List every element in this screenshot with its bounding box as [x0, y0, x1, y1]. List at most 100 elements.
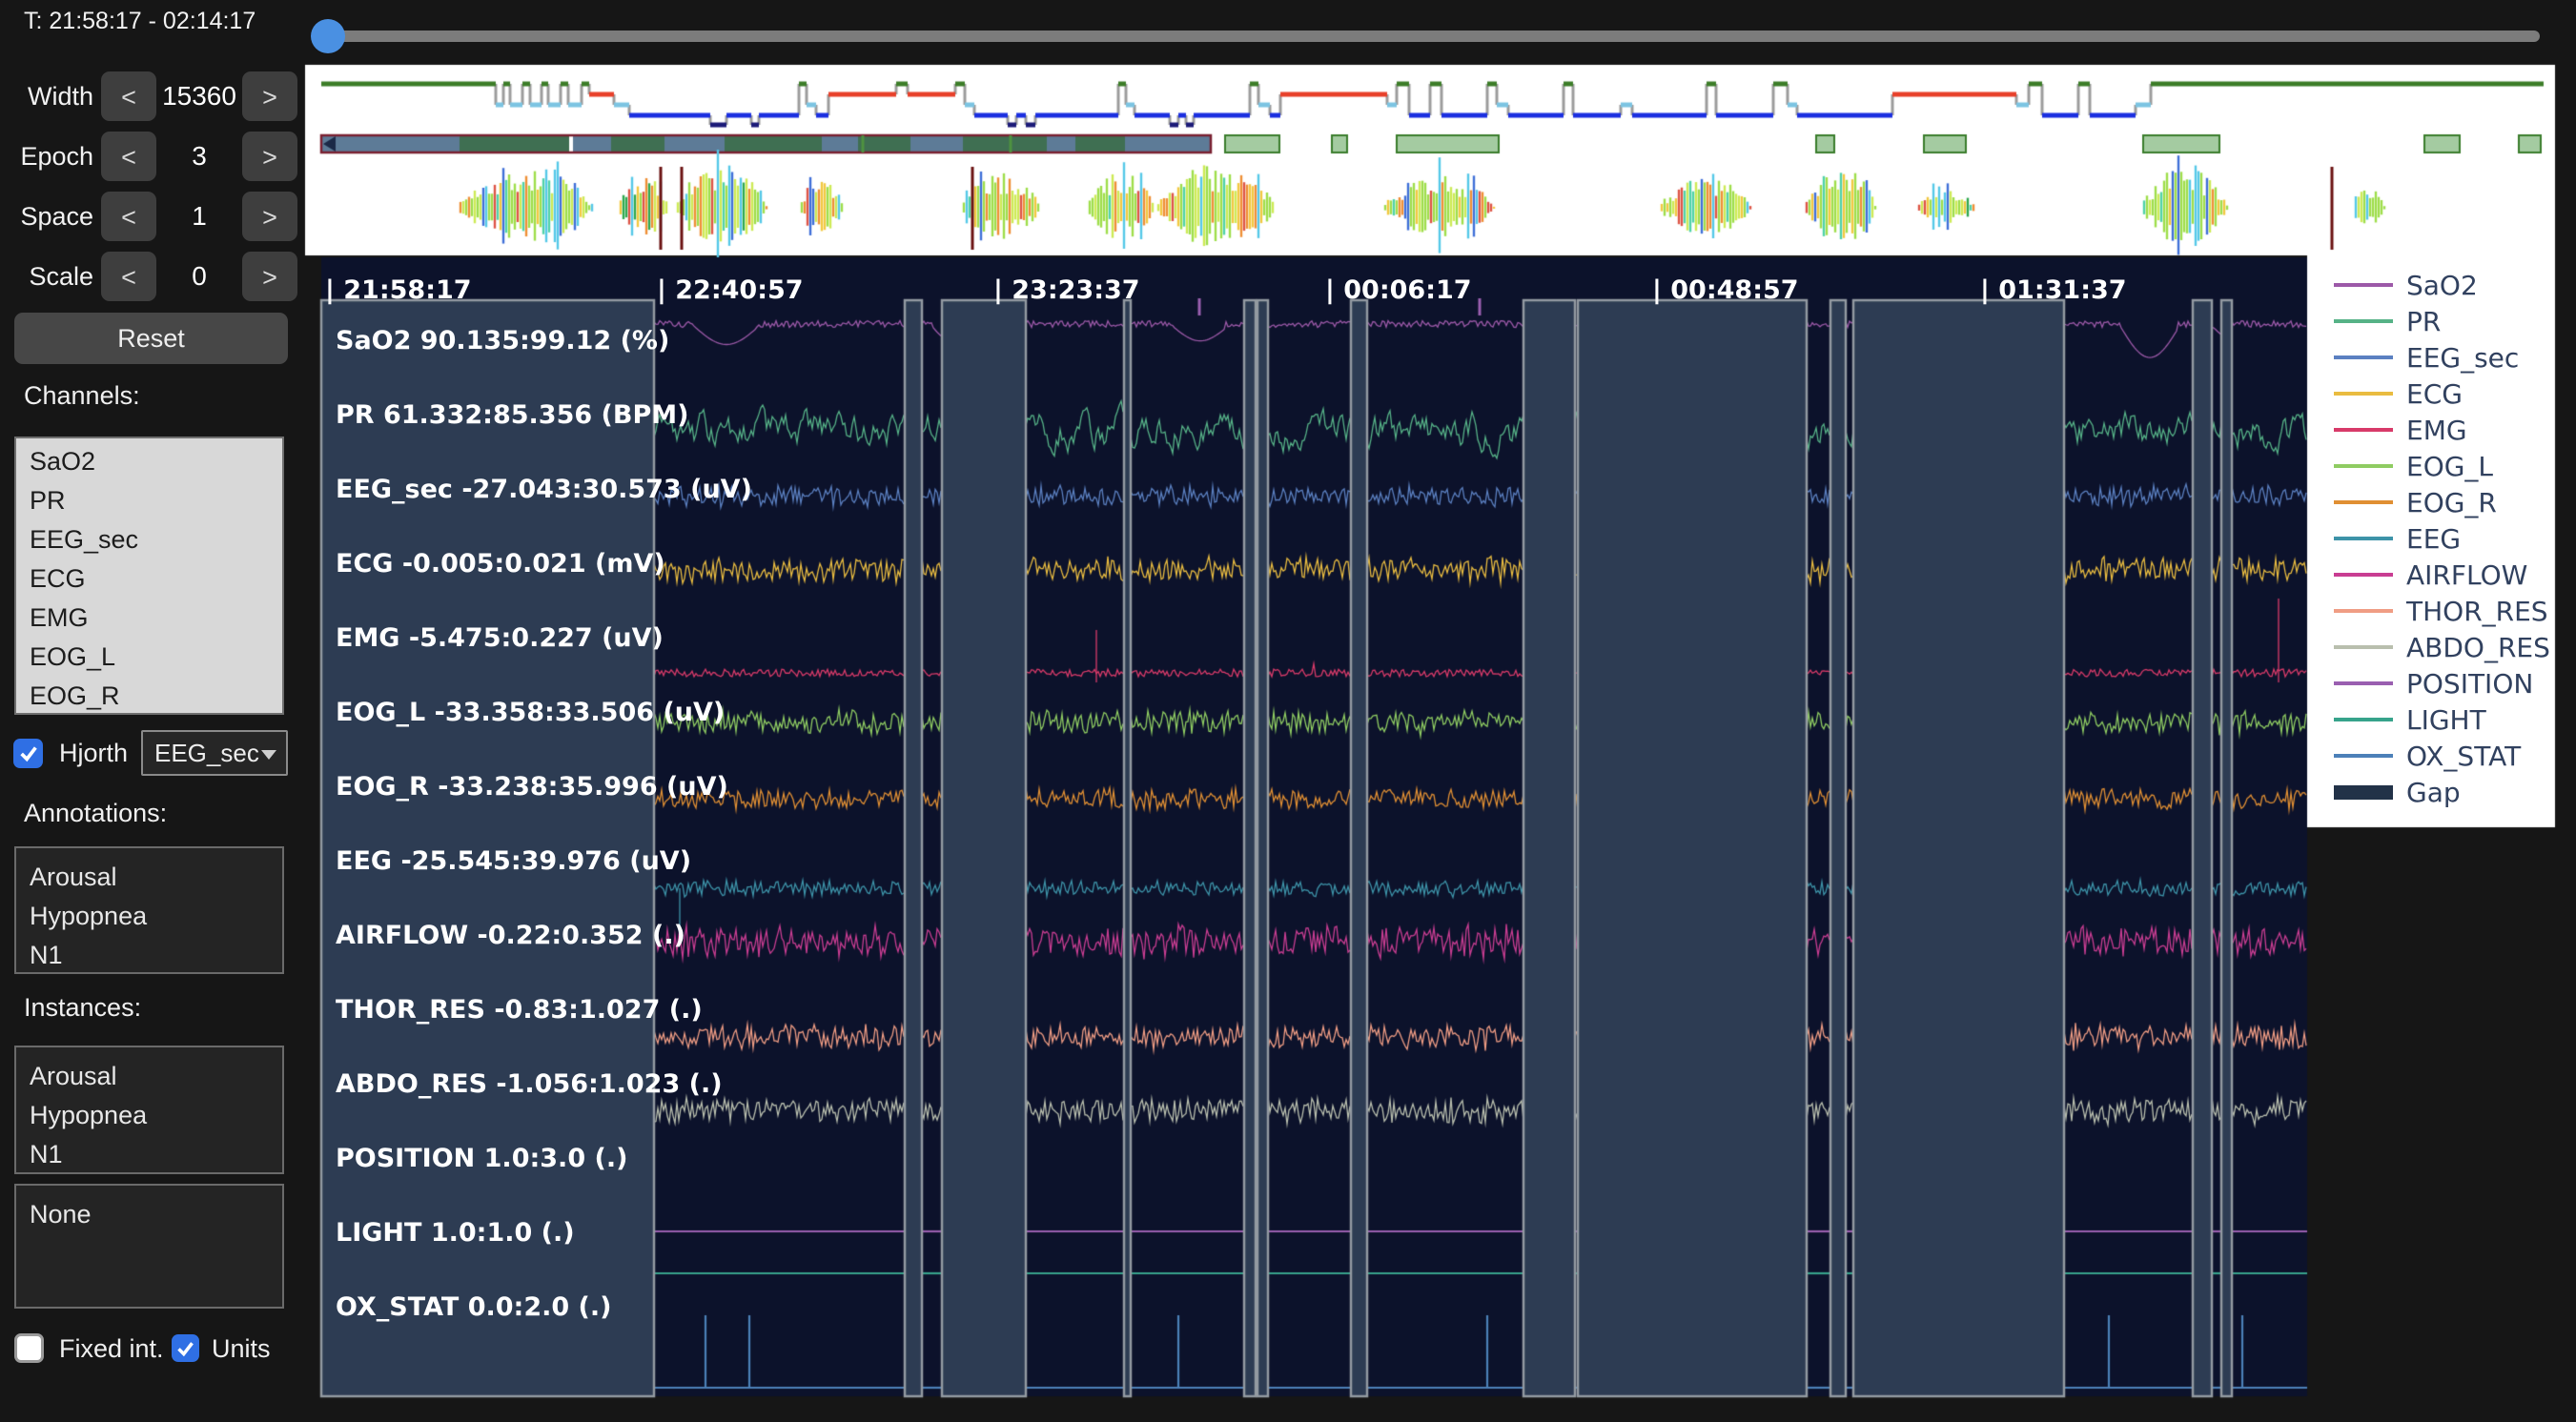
- increment-button[interactable]: >: [242, 252, 297, 301]
- legend-item-position: POSITION: [2334, 665, 2550, 701]
- instance-item-hypopnea[interactable]: Hypopnea: [16, 1096, 282, 1135]
- spinner-value: 0: [156, 252, 242, 301]
- units-label: Units: [212, 1334, 271, 1364]
- legend-item-gap: Gap: [2334, 774, 2550, 810]
- chevron-down-icon: [261, 750, 276, 760]
- timeline-slider[interactable]: [315, 30, 2540, 42]
- legend-label: PR: [2406, 306, 2441, 337]
- legend-label: ECG: [2406, 378, 2463, 410]
- sidebar: Width<15360>Epoch<3>Space<1>Scale<0> Res…: [0, 0, 305, 1422]
- spinner-row-width: Width<15360>: [0, 71, 305, 121]
- legend-swatch: [2334, 754, 2393, 758]
- legend-swatch: [2334, 573, 2393, 577]
- legend-label: Gap: [2406, 777, 2461, 808]
- legend-item-light: LIGHT: [2334, 701, 2550, 738]
- legend-item-eog_r: EOG_R: [2334, 484, 2550, 520]
- decrement-button[interactable]: <: [101, 71, 156, 121]
- overview-panel[interactable]: [305, 65, 2555, 255]
- increment-button[interactable]: >: [242, 132, 297, 181]
- annotation-item-n1[interactable]: N1: [16, 936, 282, 974]
- legend-label: SaO2: [2406, 270, 2478, 301]
- legend-item-emg: EMG: [2334, 412, 2550, 448]
- slider-handle[interactable]: [311, 19, 345, 53]
- legend-swatch: [2334, 537, 2393, 540]
- annotations-listbox[interactable]: ArousalHypopneaN1: [14, 846, 284, 974]
- hjorth-checkbox[interactable]: [13, 739, 43, 768]
- legend-label: LIGHT: [2406, 704, 2486, 736]
- legend-swatch: [2334, 718, 2393, 721]
- main-chart[interactable]: [321, 257, 2307, 1396]
- spinner-value: 3: [156, 132, 242, 181]
- instances-listbox[interactable]: ArousalHypopneaN1: [14, 1046, 284, 1174]
- hjorth-label: Hjorth: [59, 739, 128, 768]
- instances-label: Instances:: [24, 993, 141, 1023]
- legend-swatch: [2334, 500, 2393, 504]
- channel-item-ecg[interactable]: ECG: [16, 559, 282, 599]
- legend-label: EEG_sec: [2406, 342, 2519, 374]
- channels-label: Channels:: [24, 381, 140, 411]
- legend-label: EOG_R: [2406, 487, 2497, 518]
- legend-swatch: [2334, 283, 2393, 287]
- increment-button[interactable]: >: [242, 71, 297, 121]
- annotations-label: Annotations:: [24, 799, 167, 828]
- channel-item-eog_l[interactable]: EOG_L: [16, 638, 282, 677]
- legend-item-ecg: ECG: [2334, 376, 2550, 412]
- legend-swatch: [2334, 464, 2393, 468]
- spinner-label: Width: [0, 71, 93, 121]
- spinner-label: Epoch: [0, 132, 93, 181]
- legend-item-pr: PR: [2334, 303, 2550, 339]
- legend-swatch: [2334, 609, 2393, 613]
- legend-label: AIRFLOW: [2406, 559, 2527, 591]
- fixed-int-checkbox[interactable]: [14, 1333, 44, 1363]
- instances-secondary-listbox[interactable]: None: [14, 1184, 284, 1309]
- legend-swatch: [2334, 319, 2393, 323]
- reset-button[interactable]: Reset: [14, 313, 288, 364]
- channel-item-sao2[interactable]: SaO2: [16, 442, 282, 481]
- legend: SaO2 PR EEG_sec ECG EMG EOG_L EOG_R EEG AIRFLOW T…: [2334, 267, 2550, 810]
- check-icon: [175, 1338, 195, 1358]
- spinner-value: 1: [156, 192, 242, 241]
- legend-label: THOR_RES: [2406, 596, 2548, 627]
- instance-item-none[interactable]: None: [16, 1195, 282, 1234]
- legend-label: POSITION: [2406, 668, 2533, 700]
- spinner-label: Space: [0, 192, 93, 241]
- decrement-button[interactable]: <: [101, 192, 156, 241]
- annotation-item-arousal[interactable]: Arousal: [16, 858, 282, 897]
- spinner-row-scale: Scale<0>: [0, 252, 305, 301]
- channels-listbox[interactable]: SaO2PREEG_secECGEMGEOG_LEOG_R: [14, 437, 284, 715]
- legend-item-eeg: EEG: [2334, 520, 2550, 557]
- hjorth-channel-select[interactable]: EEG_sec: [141, 730, 288, 776]
- hjorth-select-value: EEG_sec: [154, 739, 259, 767]
- decrement-button[interactable]: <: [101, 252, 156, 301]
- spinner-row-epoch: Epoch<3>: [0, 132, 305, 181]
- legend-swatch: [2334, 356, 2393, 359]
- legend-swatch: [2334, 681, 2393, 685]
- spinner-row-space: Space<1>: [0, 192, 305, 241]
- legend-label: EOG_L: [2406, 451, 2493, 482]
- legend-item-thor_res: THOR_RES: [2334, 593, 2550, 629]
- legend-item-sao2: SaO2: [2334, 267, 2550, 303]
- legend-label: EMG: [2406, 415, 2467, 446]
- channel-item-eeg_sec[interactable]: EEG_sec: [16, 520, 282, 559]
- legend-item-eeg_sec: EEG_sec: [2334, 339, 2550, 376]
- channel-item-emg[interactable]: EMG: [16, 599, 282, 638]
- channel-item-eog_r[interactable]: EOG_R: [16, 677, 282, 715]
- legend-item-eog_l: EOG_L: [2334, 448, 2550, 484]
- increment-button[interactable]: >: [242, 192, 297, 241]
- legend-item-airflow: AIRFLOW: [2334, 557, 2550, 593]
- legend-label: ABDO_RES: [2406, 632, 2550, 663]
- fixed-int-label: Fixed int.: [59, 1334, 164, 1364]
- legend-item-abdo_res: ABDO_RES: [2334, 629, 2550, 665]
- legend-label: OX_STAT: [2406, 741, 2521, 772]
- annotation-item-hypopnea[interactable]: Hypopnea: [16, 897, 282, 936]
- legend-item-ox_stat: OX_STAT: [2334, 738, 2550, 774]
- units-checkbox[interactable]: [172, 1334, 199, 1362]
- legend-swatch: [2334, 785, 2393, 800]
- channel-item-pr[interactable]: PR: [16, 481, 282, 520]
- instance-item-n1[interactable]: N1: [16, 1135, 282, 1174]
- spinner-label: Scale: [0, 252, 93, 301]
- instance-item-arousal[interactable]: Arousal: [16, 1057, 282, 1096]
- spinner-value: 15360: [156, 71, 242, 121]
- decrement-button[interactable]: <: [101, 132, 156, 181]
- legend-label: EEG: [2406, 523, 2461, 555]
